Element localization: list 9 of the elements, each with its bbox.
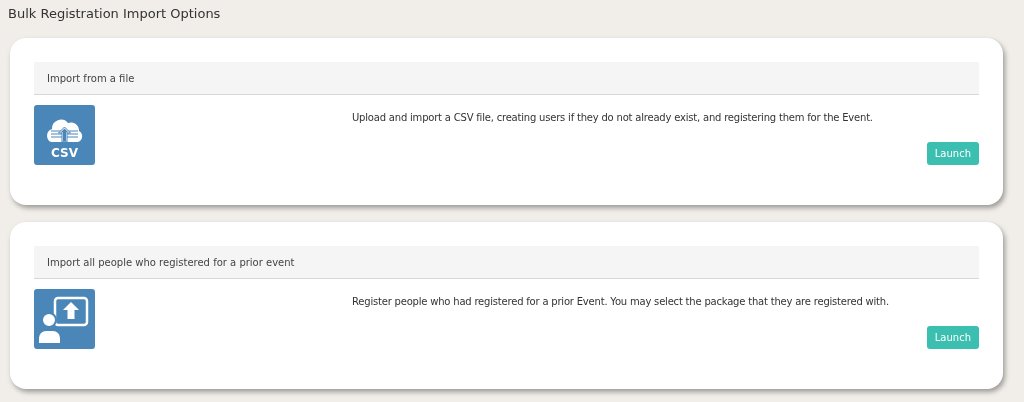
launch-button[interactable]: Launch <box>926 326 979 349</box>
option-description: Upload and import a CSV file, creating users if they do not already exist, and registering them for the Event. <box>352 112 873 123</box>
user-upload-icon <box>34 289 95 349</box>
launch-button[interactable]: Launch <box>926 142 979 165</box>
section-heading: Import all people who registered for a prior event <box>47 256 295 268</box>
cloud-upload-icon: CSV <box>34 105 95 165</box>
option-description: Register people who had registered for a prior Event. You may select the package that they are registered with. <box>352 296 889 307</box>
page-title: Bulk Registration Import Options <box>8 6 222 21</box>
section-heading: Import from a file <box>47 72 135 84</box>
